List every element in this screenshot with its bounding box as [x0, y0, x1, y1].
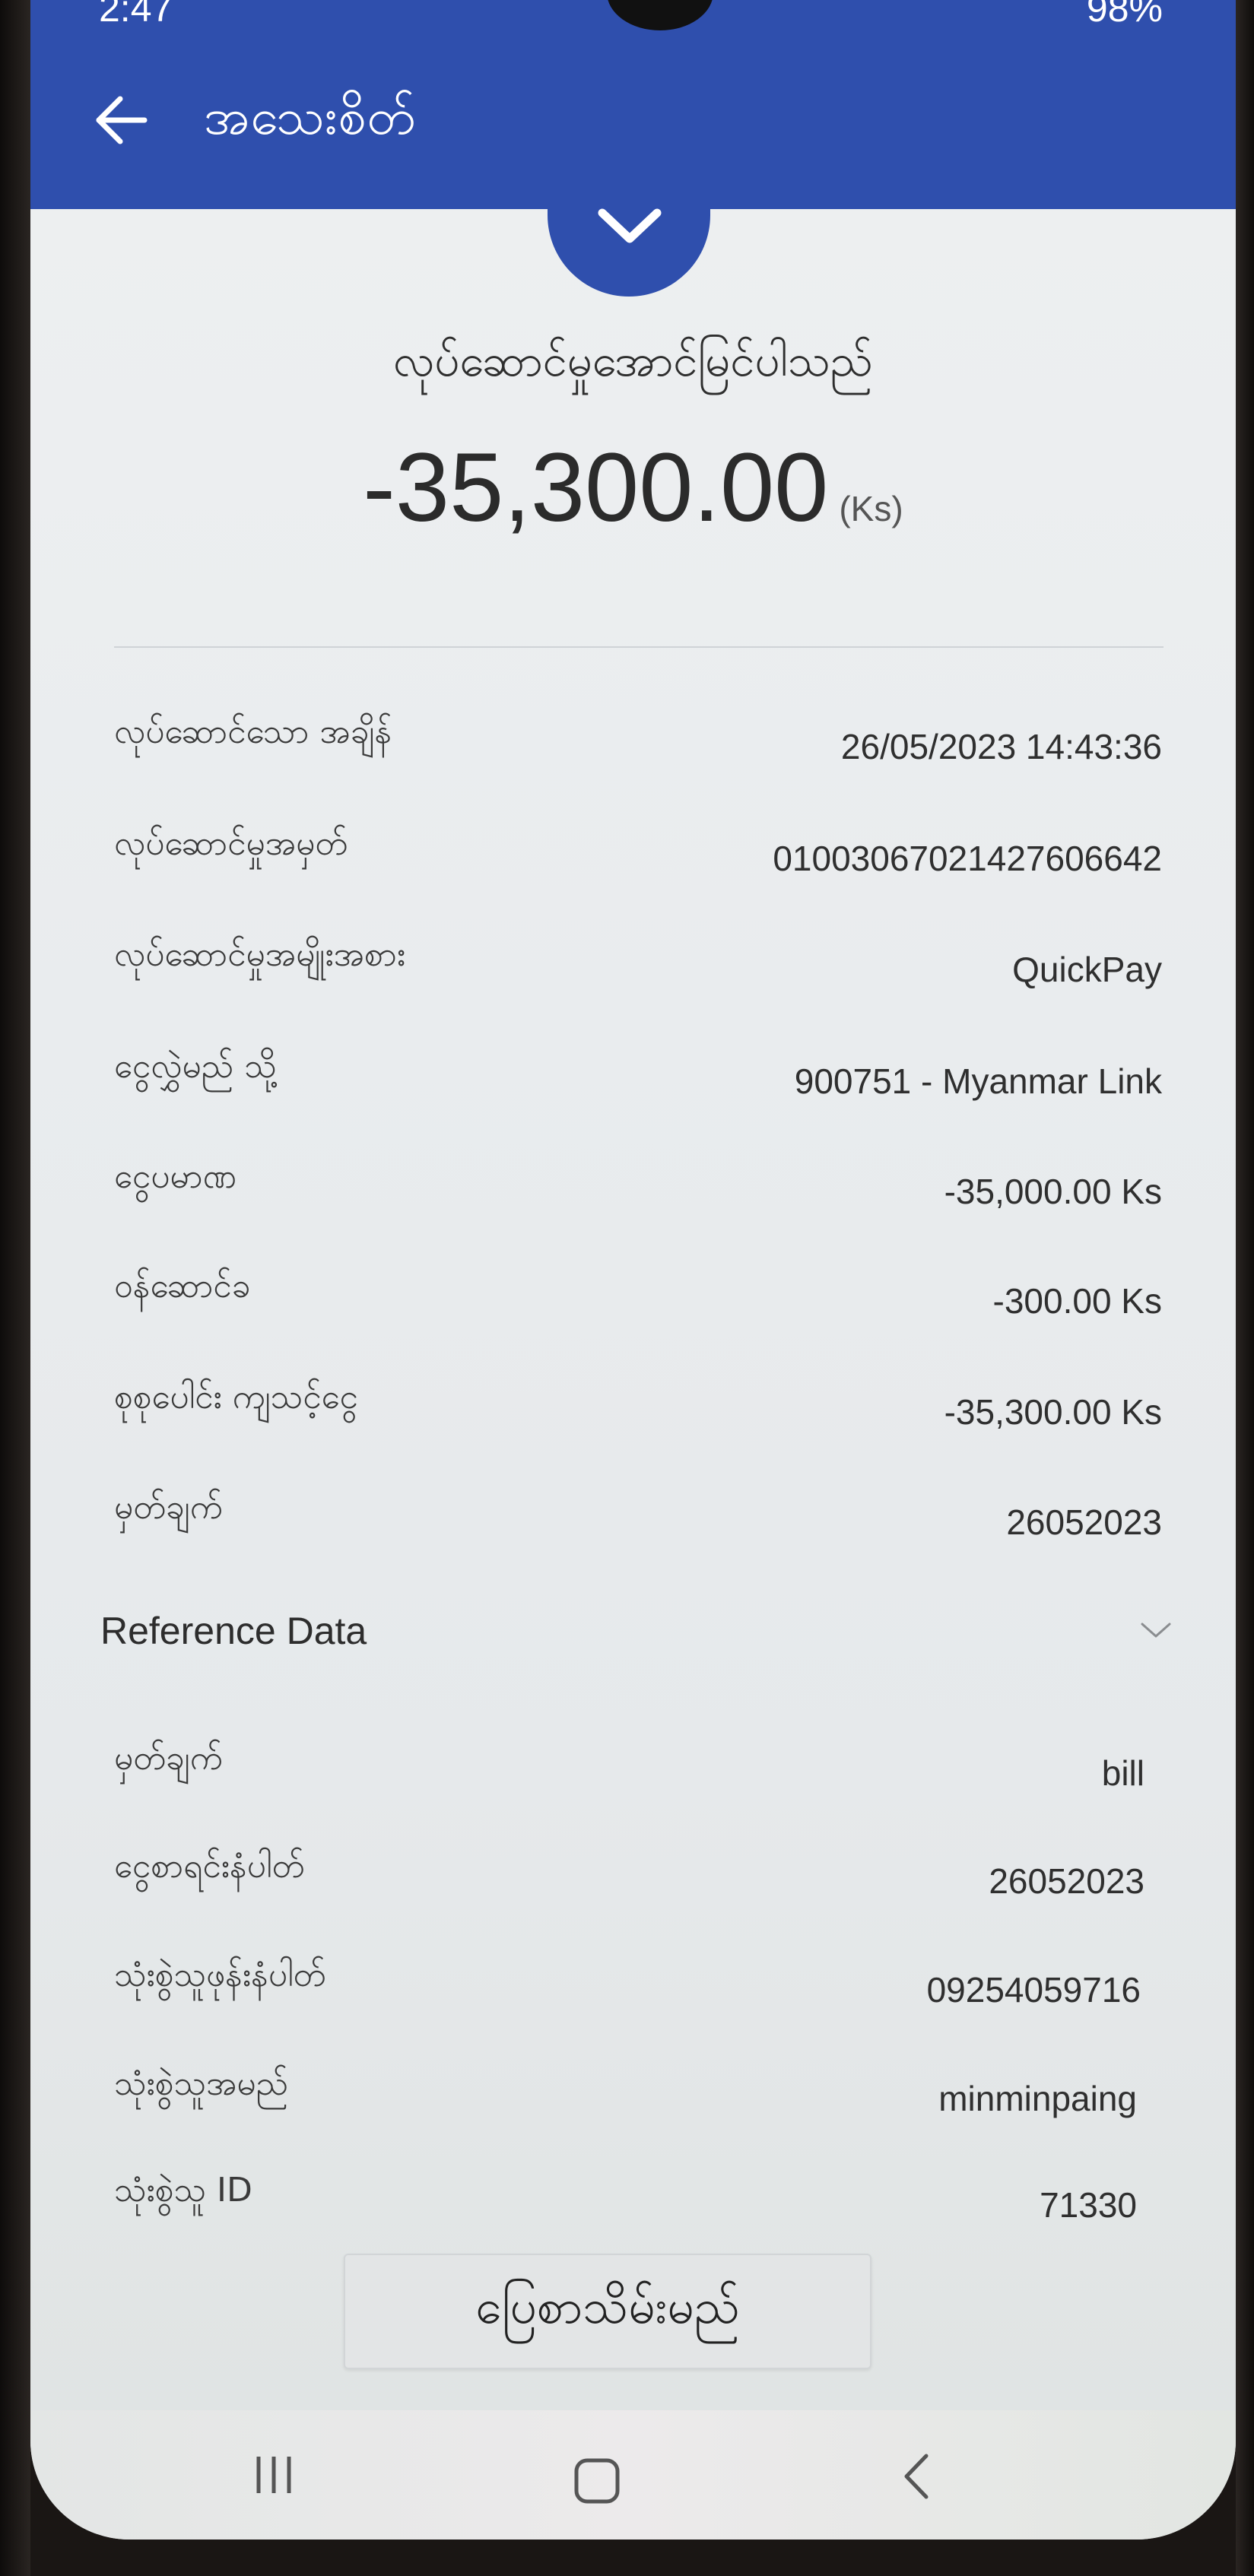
- save-receipt-button[interactable]: ပြေစာသိမ်းမည်: [344, 2254, 871, 2369]
- reference-value: bill: [1101, 1753, 1144, 1793]
- detail-label: ငွေလွှဲမည် သို့: [114, 1047, 277, 1086]
- reference-label: သုံးစွဲသူ ID: [114, 2171, 252, 2210]
- detail-row-total: စုစုပေါင်း ကျသင့်ငွေ -35,300.00 Ks: [114, 1376, 1162, 1437]
- reference-value: minminpaing: [938, 2079, 1137, 2118]
- screen: 2:47 98% အသေးစိတ် လုပ်ဆောင်မှုအောင်မြင်ပ…: [30, 0, 1236, 2540]
- divider: [114, 646, 1164, 648]
- nav-back-icon[interactable]: [897, 2450, 935, 2503]
- reference-label: သုံးစွဲသူဖုန်းနံပါတ်: [114, 1956, 326, 1994]
- arrow-left-icon[interactable]: [90, 90, 151, 151]
- detail-label: ငွေပမာဏ: [114, 1157, 237, 1196]
- reference-row-note: မှတ်ချက် bill: [114, 1737, 1144, 1798]
- reference-value: 09254059716: [926, 1970, 1141, 2010]
- reference-row-user-name: သုံးစွဲသူအမည် minminpaing: [114, 2063, 1137, 2124]
- reference-row-user-id: သုံးစွဲသူ ID 71330: [114, 2169, 1137, 2230]
- reference-value: 26052023: [989, 1861, 1144, 1901]
- detail-row-time: လုပ်ဆောင်သော အချိန် 26/05/2023 14:43:36: [114, 711, 1162, 772]
- reference-data-toggle[interactable]: Reference Data: [100, 1604, 1173, 1673]
- detail-label: ဝန်ဆောင်ခ: [114, 1267, 251, 1305]
- detail-value: -35,300.00 Ks: [944, 1392, 1162, 1432]
- chevron-down-icon: [598, 208, 662, 243]
- detail-value: 26052023: [1006, 1502, 1162, 1542]
- system-nav-bar: [30, 2410, 1236, 2540]
- detail-row-type: လုပ်ဆောင်မှုအမျိုးအစား QuickPay: [114, 934, 1162, 995]
- home-icon[interactable]: [570, 2454, 624, 2508]
- detail-label: မှတ်ချက်: [114, 1488, 223, 1527]
- amount-row: -35,300.00 (Ks): [30, 432, 1236, 544]
- detail-label: လုပ်ဆောင်မှုအမှတ်: [114, 824, 348, 863]
- detail-row-amount: ငွေပမာဏ -35,000.00 Ks: [114, 1156, 1162, 1217]
- app-header: 2:47 98% အသေးစိတ်: [30, 0, 1236, 209]
- reference-value: 71330: [1040, 2185, 1137, 2225]
- total-amount: -35,300.00: [363, 433, 829, 542]
- status-battery: 98%: [1086, 0, 1163, 30]
- detail-value: -300.00 Ks: [992, 1281, 1162, 1321]
- detail-row-recipient: ငွေလွှဲမည် သို့ 900751 - Myanmar Link: [114, 1045, 1162, 1106]
- phone-frame-right: [1236, 0, 1254, 2576]
- detail-value: 900751 - Myanmar Link: [794, 1061, 1162, 1101]
- reference-row-account-number: ငွေစာရင်းနံပါတ် 26052023: [114, 1845, 1144, 1906]
- detail-row-transaction-id: လုပ်ဆောင်မှုအမှတ် 01003067021427606642: [114, 823, 1162, 884]
- detail-row-note: မှတ်ချက် 26052023: [114, 1486, 1162, 1547]
- reference-label: ငွေစာရင်းနံပါတ်: [114, 1847, 305, 1886]
- detail-value: -35,000.00 Ks: [944, 1172, 1162, 1211]
- amount-currency: (Ks): [839, 489, 903, 528]
- detail-label: လုပ်ဆောင်မှုအမျိုးအစား: [114, 935, 406, 974]
- reference-data-title: Reference Data: [100, 1610, 367, 1652]
- detail-row-fee: ဝန်ဆောင်ခ -300.00 Ks: [114, 1265, 1162, 1326]
- reference-row-phone: သုံးစွဲသူဖုန်းနံပါတ် 09254059716: [114, 1954, 1141, 2015]
- detail-value: QuickPay: [1012, 950, 1162, 989]
- status-time: 2:47: [99, 0, 173, 30]
- reference-label: မှတ်ချက်: [114, 1739, 223, 1778]
- phone-frame-left: [0, 0, 30, 2576]
- reference-label: သုံးစွဲသူအမည်: [114, 2064, 289, 2103]
- detail-label: စုစုပေါင်း ကျသင့်ငွေ: [114, 1378, 358, 1416]
- detail-label: လုပ်ဆောင်သော အချိန်: [114, 712, 392, 751]
- page-title: အသေးစိတ်: [204, 87, 417, 146]
- recents-icon[interactable]: [251, 2452, 304, 2498]
- chevron-down-icon: [1141, 1623, 1171, 1638]
- transaction-status: လုပ်ဆောင်မှုအောင်မြင်ပါသည်: [393, 335, 873, 386]
- detail-value: 01003067021427606642: [773, 839, 1162, 878]
- collapse-toggle[interactable]: [548, 182, 710, 297]
- detail-value: 26/05/2023 14:43:36: [840, 727, 1162, 766]
